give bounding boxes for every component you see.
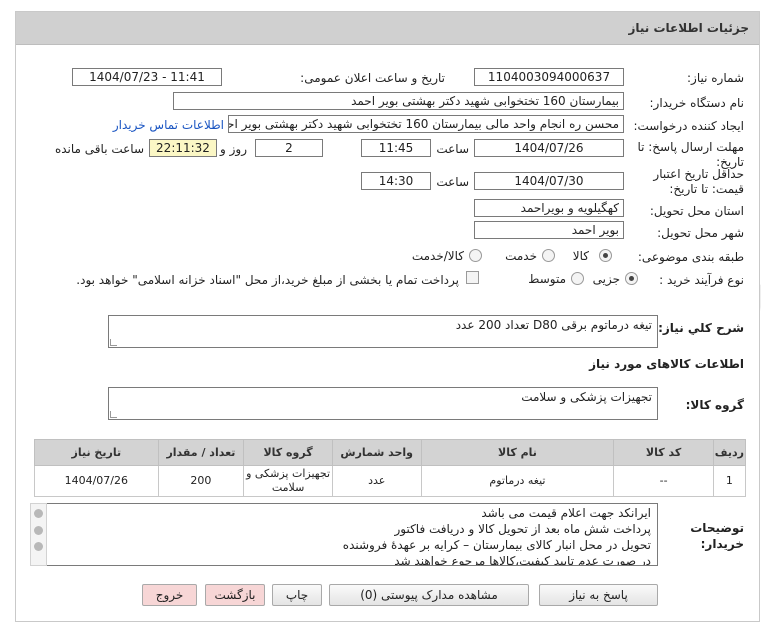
need-number-field[interactable]: 1104003094000637 [474,68,624,86]
deadline-time-field[interactable]: 11:45 [361,139,431,157]
validity-time-label: ساعت [436,175,469,189]
buyer-org-field[interactable]: بیمارستان 160 تختخوابی شهید دکتر بهشتی ب… [173,92,624,110]
notes-label-1: توضیحات [690,521,744,535]
contact-buyer-link[interactable]: اطلاعات تماس خریدار [113,118,224,132]
category-label: طبقه بندی موضوعی: [637,250,744,264]
column-header-row-number: ردیف [712,439,747,466]
panel-header: جزئیات اطلاعات نیاز [16,12,759,45]
notes-label-2: خریدار: [700,537,744,551]
process-radio-partial[interactable] [625,272,638,285]
goods-group-textarea[interactable]: تجهیزات پزشکی و سلامت [108,387,658,420]
view-attachments-button[interactable]: مشاهده مدارک پیوستی (0) [329,584,529,606]
notes-line: در صورت عدم تایید کیفیت،کالاها مرجوع خوا… [394,554,651,566]
resize-grip-icon[interactable] [110,411,117,418]
description-text: تیغه درماتوم برقی D80 تعداد 200 عدد [455,318,652,332]
category-radio-goods[interactable] [599,249,612,262]
deadline-date-field[interactable]: 1404/07/26 [474,139,624,157]
city-field[interactable]: بویر احمد [474,221,624,239]
goods-group-text: تجهیزات پزشکی و سلامت [521,390,652,404]
resize-grip-icon[interactable] [110,339,117,346]
deadline-label-1: مهلت ارسال پاسخ: تا [637,140,744,154]
province-label: استان محل تحویل: [649,204,744,218]
column-header-goods-code: کد کالا [613,439,714,466]
requester-field[interactable]: محسن ره انجام واحد مالی بیمارستان 160 تخ… [228,115,624,133]
validity-date-field[interactable]: 1404/07/30 [474,172,624,190]
province-field[interactable]: کهگیلویه و بویراحمد [474,199,624,217]
announce-label: تاریخ و ساعت اعلان عمومی: [300,71,445,85]
validity-time-field[interactable]: 14:30 [361,172,431,190]
validity-label-1: حداقل تاریخ اعتبار [653,167,744,181]
days-label: روز و [220,142,247,156]
process-label: نوع فرآیند خرید : [659,273,744,287]
process-option-partial: جزیی [592,272,620,286]
column-header-need-date: تاریخ نیاز [34,439,159,466]
cell-goods-group: تجهیزات پزشکی و سلامت [243,465,333,497]
days-field[interactable]: 2 [255,139,323,157]
cell-row-number: 1 [712,465,747,497]
validity-label-2: قیمت: تا تاریخ: [669,182,744,196]
category-radio-service[interactable] [542,249,555,262]
back-button[interactable]: بازگشت [205,584,265,606]
need-number-label: شماره نیاز: [687,71,744,85]
buyer-notes-textarea[interactable]: ایرانکد جهت اعلام قیمت می باشد پرداخت شش… [30,503,658,566]
treasury-payment-note: پرداخت تمام یا بخشی از مبلغ خرید،از محل … [76,273,459,287]
process-option-medium: متوسط [528,272,566,286]
scroll-up-icon[interactable] [34,509,43,518]
table-row[interactable]: 1 -- تیغه درماتوم عدد تجهیزات پزشکی و سل… [34,465,747,497]
cell-goods-name: تیغه درماتوم [420,465,615,497]
remaining-time-field: 22:11:32 [149,139,217,157]
scroll-down-icon[interactable] [34,542,43,551]
scroll-up-icon[interactable] [34,526,43,535]
description-textarea[interactable]: تیغه درماتوم برقی D80 تعداد 200 عدد [108,315,658,348]
category-option-both: کالا/خدمت [411,249,464,263]
category-radio-both[interactable] [469,249,482,262]
notes-line: پرداخت شش ماه بعد از تحویل کالا و دریافت… [394,522,651,536]
requester-label: ایجاد کننده درخواست: [633,119,744,133]
notes-line: ایرانکد جهت اعلام قیمت می باشد [481,506,651,520]
notes-scrollbar[interactable] [30,503,47,566]
column-header-quantity: تعداد / مقدار [157,439,245,466]
print-button[interactable]: چاپ [272,584,322,606]
process-radio-medium[interactable] [571,272,584,285]
notes-line: تحویل در محل انبار کالای بیمارستان – کرا… [342,538,651,552]
table-header-row: ردیف کد کالا نام کالا واحد شمارش گروه کا… [34,439,747,466]
column-header-goods-name: نام کالا [420,439,615,466]
category-option-service: خدمت [505,249,537,263]
buyer-org-label: نام دستگاه خریدار: [649,96,745,110]
goods-group-label: گروه کالا: [685,398,744,412]
description-label: شرح کلي نياز: [658,321,744,335]
cell-need-date: 1404/07/26 [34,465,159,497]
cell-unit: عدد [331,465,422,497]
reply-button[interactable]: پاسخ به نیاز [539,584,658,606]
panel-title: جزئیات اطلاعات نیاز [628,21,749,35]
column-header-unit: واحد شمارش [331,439,422,466]
deadline-time-label: ساعت [436,142,469,156]
goods-table: ردیف کد کالا نام کالا واحد شمارش گروه کا… [34,439,747,497]
announce-datetime-field[interactable]: 1404/07/23 - 11:41 [72,68,222,86]
city-label: شهر محل تحویل: [657,226,744,240]
treasury-payment-checkbox[interactable] [466,271,479,284]
category-option-goods: کالا [572,249,589,263]
exit-button[interactable]: خروج [142,584,197,606]
remaining-label: ساعت باقی مانده [54,142,144,156]
cell-quantity: 200 [157,465,245,497]
column-header-goods-group: گروه کالا [243,439,333,466]
goods-info-title: اطلاعات کالاهای مورد نیاز [589,357,744,371]
cell-goods-code: -- [613,465,714,497]
